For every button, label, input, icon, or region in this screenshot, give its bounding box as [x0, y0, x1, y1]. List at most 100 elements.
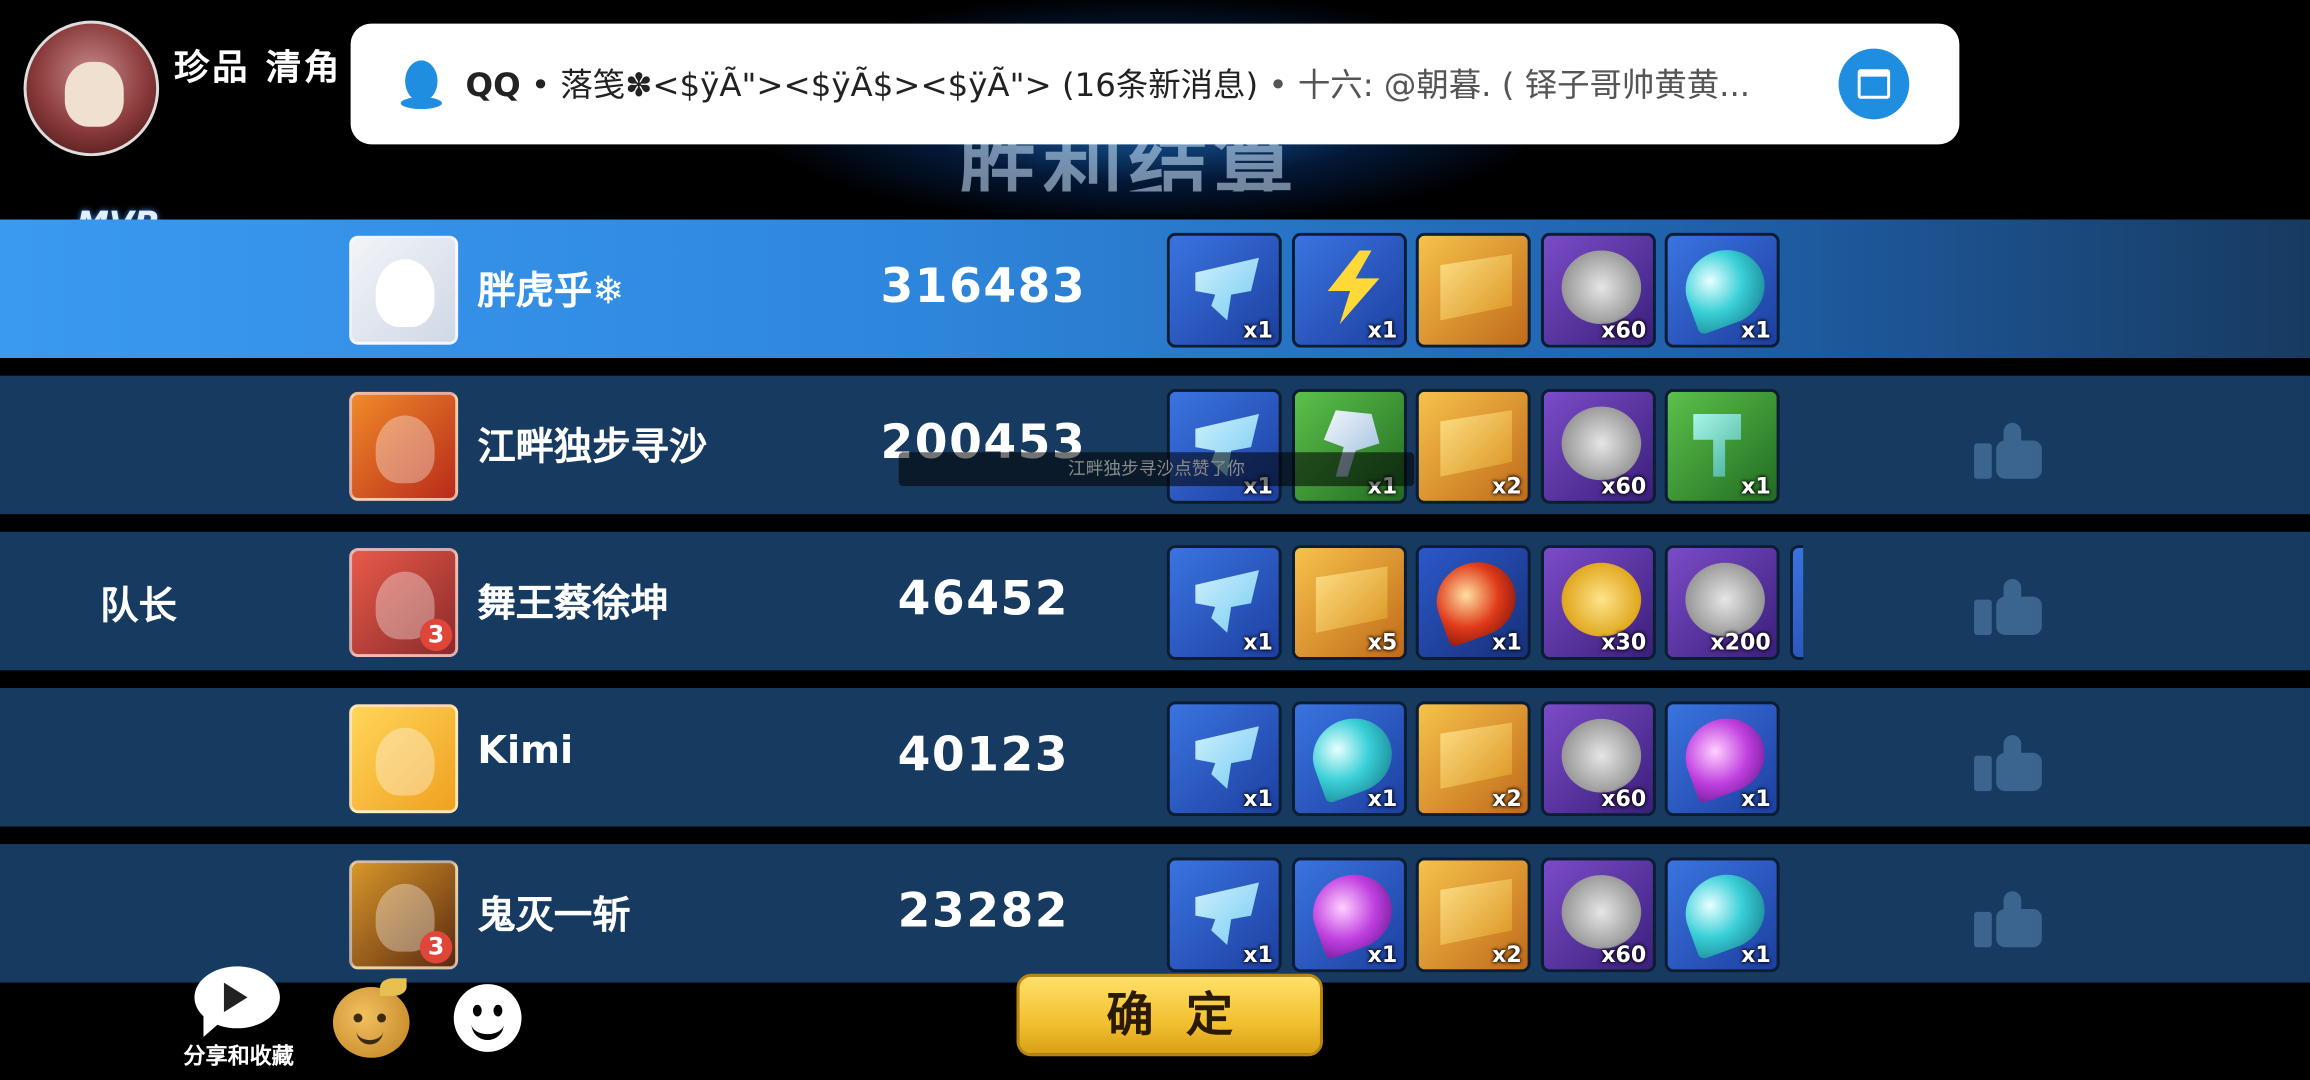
item-quantity: x1: [1741, 472, 1771, 500]
reward-item[interactable]: x60: [1540, 857, 1656, 973]
item-quantity: x2: [1492, 785, 1522, 812]
reward-item[interactable]: x1: [1166, 388, 1282, 504]
player-avatar[interactable]: [349, 235, 459, 345]
reward-item[interactable]: x1: [1166, 232, 1282, 348]
reward-items: x1 x1 x2 x60 x1: [1166, 701, 1803, 817]
reward-item[interactable]: x1: [1664, 232, 1780, 348]
player-row[interactable]: 江畔独步寻沙200453x1x1x2x60x1: [0, 375, 2310, 515]
hammer-icon: [1693, 413, 1742, 477]
player-row[interactable]: 3 鬼灭一斩 23282 x1 x1 x2 x60 x1: [0, 844, 2310, 983]
reward-item[interactable]: x1: [1166, 545, 1282, 660]
confirm-button[interactable]: 确定: [1016, 973, 1323, 1057]
reward-item[interactable]: x1: [1291, 701, 1407, 817]
item-quantity: x1: [1243, 629, 1273, 656]
player-score: 40123: [897, 726, 1070, 783]
reward-item[interactable]: x1: [1166, 701, 1282, 817]
bolt-icon: [1327, 250, 1380, 325]
result-screen: 胜利结算 珍品 清角 MVP QQ • 落笺✽<$ÿÃ"><$ÿÃ$><$ÿÃ"…: [0, 0, 2310, 1080]
expand-window-button[interactable]: [1838, 48, 1910, 120]
player-avatar[interactable]: [349, 704, 459, 814]
item-quantity: x60: [1601, 785, 1647, 812]
reward-item[interactable]: x30: [1540, 545, 1656, 660]
item-quantity: x60: [1601, 941, 1647, 968]
item-quantity: x1: [1243, 941, 1273, 968]
reward-items: x1x1x2x60x1: [1166, 388, 1803, 504]
ticket-icon: [1195, 570, 1259, 633]
rank-badge: 3: [419, 931, 453, 964]
reward-items: x1 x5 x1 x30 x200: [1166, 545, 1804, 660]
coupon-icon: [1440, 410, 1512, 477]
smiley-emote-button[interactable]: [453, 984, 522, 1052]
mascot-emote-button[interactable]: [332, 978, 410, 1058]
reward-item[interactable]: x5: [1291, 545, 1407, 660]
reward-item[interactable]: [1789, 545, 1804, 660]
ticket-icon: [1195, 882, 1259, 946]
thumbs-up-icon[interactable]: [1974, 891, 2042, 948]
reward-item[interactable]: x60: [1540, 701, 1656, 817]
item-quantity: x1: [1741, 785, 1771, 812]
item-quantity: x60: [1601, 472, 1647, 500]
player-name: 珍品 清角: [173, 47, 343, 89]
reward-item[interactable]: x60: [1540, 388, 1656, 504]
reward-item[interactable]: x2: [1415, 388, 1531, 504]
reward-items: x1 x1 x2 x60 x1: [1166, 857, 1803, 973]
player-row[interactable]: Kimi 40123 x1 x1 x2 x60 x1: [0, 687, 2310, 827]
player-avatar[interactable]: 3: [349, 860, 459, 970]
thumbs-up-icon[interactable]: [1974, 735, 2042, 792]
player-score: 316483: [880, 257, 1087, 314]
notification-sender: 落笺✽<$ÿÃ"><$ÿÃ$><$ÿÃ"> (16条新消息): [560, 67, 1259, 105]
reward-item[interactable]: x2: [1415, 701, 1531, 817]
qq-notification-banner[interactable]: QQ • 落笺✽<$ÿÃ"><$ÿÃ$><$ÿÃ"> (16条新消息) • 十六…: [350, 23, 1960, 145]
item-quantity: x200: [1710, 629, 1771, 656]
reward-item[interactable]: [1415, 232, 1531, 348]
item-quantity: x60: [1601, 316, 1647, 344]
reward-item[interactable]: x200: [1664, 545, 1780, 660]
silver-coin-icon: [1560, 406, 1641, 481]
player-name: 江畔独步寻沙: [477, 425, 708, 470]
item-quantity: x1: [1492, 629, 1522, 656]
player-row[interactable]: 胖虎乎❄ 316483 x1 x1 x60 x1: [0, 219, 2310, 358]
reward-items: x1 x1 x60 x1: [1166, 232, 1803, 348]
item-quantity: x1: [1367, 941, 1398, 968]
player-avatar[interactable]: [349, 391, 459, 501]
coupon-icon: [1440, 722, 1512, 789]
item-quantity: x2: [1492, 941, 1522, 968]
thumbs-up-icon[interactable]: [1974, 578, 2042, 635]
reward-item[interactable]: x1: [1664, 857, 1780, 973]
player-avatar[interactable]: [23, 20, 160, 157]
player-name: 胖虎乎❄: [477, 269, 625, 314]
player-name: 鬼灭一斩: [477, 894, 631, 939]
item-quantity: x1: [1367, 316, 1398, 344]
reward-item[interactable]: x1: [1291, 232, 1407, 348]
reward-item[interactable]: x1: [1664, 701, 1780, 817]
coupon-icon: [1440, 878, 1512, 946]
reward-item[interactable]: x60: [1540, 232, 1656, 348]
reward-item[interactable]: x1: [1291, 857, 1407, 973]
reward-item[interactable]: x1: [1415, 545, 1531, 660]
silver-coin-icon: [1560, 250, 1641, 325]
reward-item[interactable]: x1: [1166, 857, 1282, 973]
reward-item[interactable]: x1: [1291, 388, 1407, 504]
coupon-icon: [1315, 566, 1388, 633]
silver-coin-icon: [1685, 562, 1765, 637]
notification-text: QQ • 落笺✽<$ÿÃ"><$ÿÃ$><$ÿÃ"> (16条新消息) • 十六…: [465, 67, 1751, 105]
ticket-icon: [1195, 726, 1259, 789]
player-row[interactable]: 队长 3 舞王蔡徐坤 46452 x1 x5 x1 x30 x200: [0, 531, 2310, 671]
player-avatar[interactable]: 3: [349, 548, 459, 658]
coupon-icon: [1440, 254, 1512, 321]
player-name: Kimi: [477, 729, 574, 774]
silver-coin-icon: [1560, 718, 1641, 793]
silver-coin-icon: [1560, 875, 1641, 949]
item-quantity: x1: [1243, 316, 1273, 344]
share-button[interactable]: 分享和收藏: [174, 966, 304, 1075]
play-icon: [223, 982, 248, 1013]
thumbs-up-icon[interactable]: [1974, 422, 2042, 479]
reward-item[interactable]: x2: [1415, 857, 1531, 973]
item-quantity: x1: [1741, 941, 1771, 968]
gold-coin-icon: [1560, 562, 1641, 637]
item-quantity: x5: [1367, 629, 1398, 656]
item-quantity: x1: [1243, 785, 1273, 812]
reward-item[interactable]: x1: [1664, 388, 1780, 504]
share-label: 分享和收藏: [183, 1043, 294, 1070]
ticket-icon: [1195, 257, 1259, 321]
